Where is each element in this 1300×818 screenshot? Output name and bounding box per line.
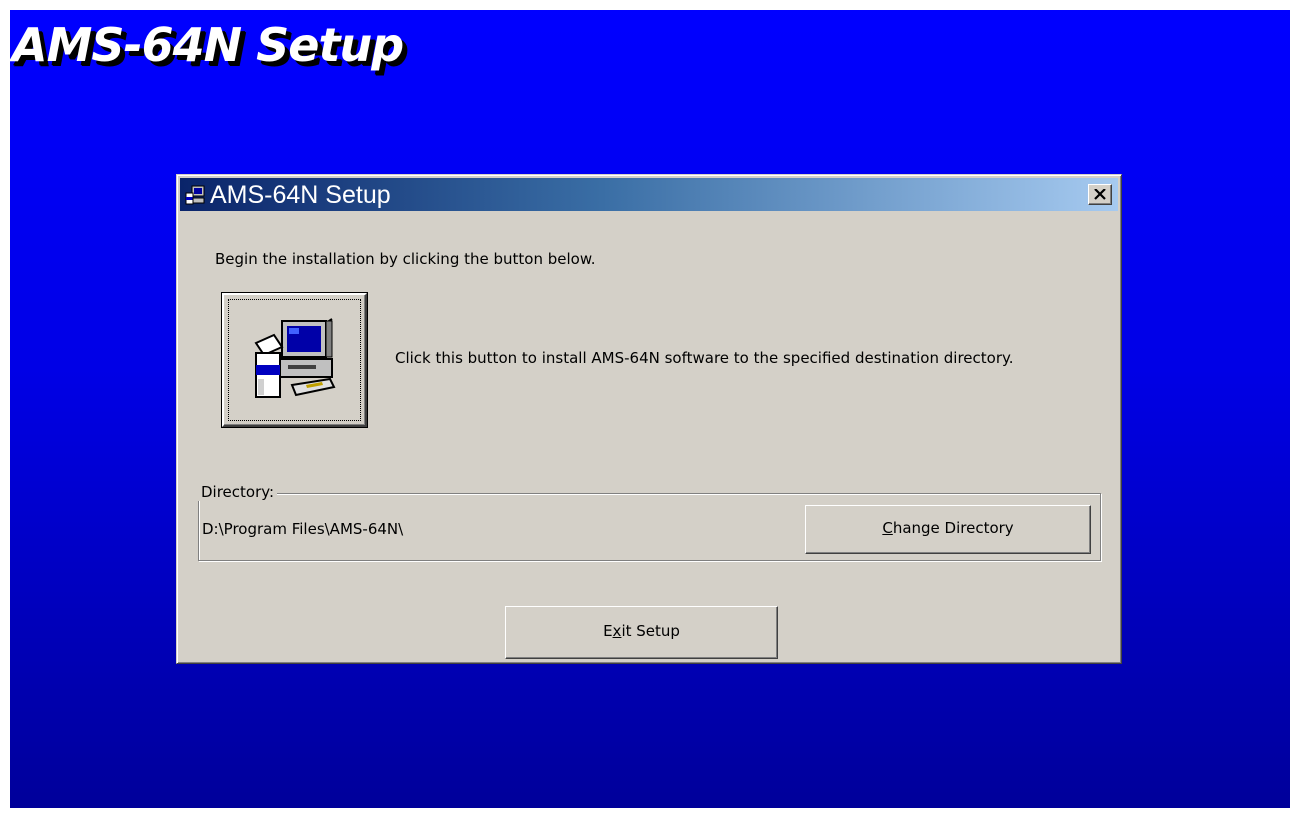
change-directory-label: hange Directory — [892, 519, 1014, 537]
setup-background: AMS-64N Setup AMS-64N Setup Begin the in… — [10, 10, 1290, 808]
setup-app-icon — [184, 184, 206, 206]
intro-text: Begin the installation by clicking the b… — [215, 250, 596, 268]
dialog-title: AMS-64N Setup — [210, 181, 391, 209]
exit-label-end: it Setup — [621, 622, 680, 640]
dialog-titlebar[interactable]: AMS-64N Setup — [180, 178, 1118, 211]
close-icon — [1094, 189, 1106, 200]
install-description: Click this button to install AMS-64N sof… — [395, 349, 1014, 367]
exit-setup-button[interactable]: Exit Setup — [505, 606, 778, 659]
change-directory-mnemonic: C — [882, 519, 893, 537]
directory-path: D:\Program Files\AMS-64N\ — [202, 520, 404, 538]
directory-label: Directory: — [198, 483, 278, 501]
close-button[interactable] — [1088, 184, 1112, 205]
exit-label-start: E — [603, 622, 613, 640]
setup-dialog: AMS-64N Setup Begin the installation by … — [176, 174, 1122, 664]
install-button[interactable] — [222, 293, 367, 427]
change-directory-button[interactable]: Change Directory — [805, 505, 1091, 554]
computer-install-icon — [254, 318, 336, 398]
banner-title: AMS-64N Setup — [12, 18, 404, 72]
